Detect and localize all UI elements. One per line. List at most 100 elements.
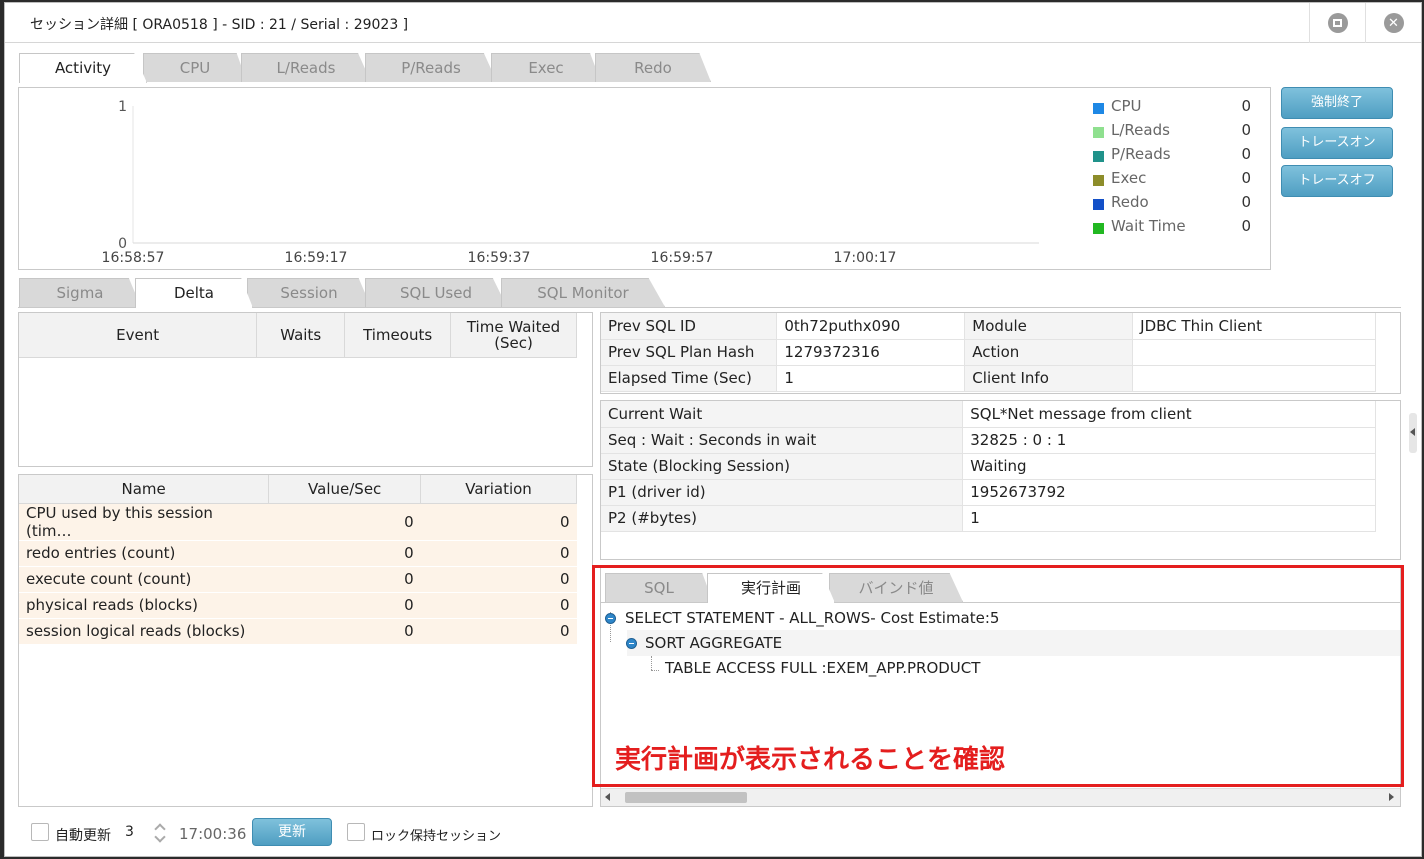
info-key: Prev SQL Plan Hash — [601, 339, 778, 366]
close-button[interactable]: ✕ — [1365, 3, 1421, 43]
info-key: Current Wait — [601, 401, 964, 428]
scroll-right-icon[interactable] — [1389, 793, 1394, 801]
table-cell: 0 — [420, 618, 577, 645]
table-cell: 0 — [268, 540, 421, 567]
table-row[interactable]: session logical reads (blocks) 0 0 — [19, 618, 577, 645]
interval-value[interactable]: 3 — [125, 824, 134, 840]
table-cell: 0 — [420, 592, 577, 619]
info-value: SQL*Net message from client — [962, 401, 1376, 428]
tab-redo[interactable]: Redo — [595, 53, 711, 82]
info-value: 32825 : 0 : 1 — [962, 427, 1376, 454]
col-variation[interactable]: Variation — [420, 475, 577, 504]
legend-item: Redo 0 — [1093, 193, 1263, 217]
legend-value: 0 — [1241, 97, 1251, 115]
info-row: Prev SQL ID 0th72puthx090 Module JDBC Thin … — [601, 313, 1376, 340]
legend-value: 0 — [1241, 121, 1251, 139]
tab-activity[interactable]: Activity — [19, 53, 147, 83]
legend-label: Exec — [1111, 169, 1147, 187]
maximize-button[interactable] — [1309, 3, 1365, 43]
col-waits[interactable]: Waits — [256, 313, 346, 358]
x-tick-label: 17:00:17 — [834, 250, 897, 266]
stats-table: Name Value/Sec Variation CPU used by thi… — [19, 475, 577, 645]
chevron-down-icon[interactable] — [154, 831, 166, 843]
info-key: State (Blocking Session) — [601, 453, 964, 480]
events-table: Event Waits Timeouts Time Waited (Sec) — [19, 313, 577, 358]
auto-update-label: 自動更新 — [55, 828, 111, 844]
col-name[interactable]: Name — [19, 475, 270, 504]
info-key: Action — [964, 339, 1134, 366]
tab-p-reads[interactable]: P/Reads — [365, 53, 497, 82]
tab-sigma[interactable]: Sigma — [19, 278, 141, 307]
info-row: P2 (#bytes) 1 — [601, 505, 1376, 532]
info-key: Elapsed Time (Sec) — [601, 365, 778, 392]
tab-exec[interactable]: Exec — [491, 53, 601, 82]
table-row[interactable]: CPU used by this session (tim… 0 0 — [19, 503, 577, 541]
legend-value: 0 — [1241, 193, 1251, 211]
auto-update-checkbox[interactable] — [31, 823, 49, 841]
scroll-left-icon[interactable] — [605, 793, 610, 801]
legend-label: CPU — [1111, 97, 1142, 115]
force-terminate-button[interactable]: 強制終了 — [1281, 87, 1393, 119]
tab-execution-plan[interactable]: 実行計画 — [707, 573, 835, 603]
trace-on-button[interactable]: トレースオン — [1281, 127, 1393, 159]
lock-session-label: ロック保持セッション — [371, 829, 502, 844]
last-update-time: 17:00:36 — [179, 825, 247, 843]
close-icon: ✕ — [1383, 13, 1404, 33]
table-cell: redo entries (count) — [19, 540, 269, 567]
trace-off-button[interactable]: トレースオフ — [1281, 165, 1393, 197]
wait-info-panel: Current Wait SQL*Net message from client S… — [600, 400, 1401, 560]
session-detail-window: セッション詳細 [ ORA0518 ] - SID : 21 / Serial … — [4, 2, 1422, 857]
legend-value: 0 — [1241, 217, 1251, 235]
collapse-handle[interactable] — [1409, 413, 1417, 453]
table-cell: 0 — [420, 540, 577, 567]
table-row[interactable]: physical reads (blocks) 0 0 — [19, 592, 577, 619]
info-value: 1279372316 — [776, 339, 966, 366]
legend-item: L/Reads 0 — [1093, 121, 1263, 145]
info-row: Prev SQL Plan Hash 1279372316 Action — [601, 339, 1376, 366]
legend-label: P/Reads — [1111, 145, 1171, 163]
col-value-sec[interactable]: Value/Sec — [268, 475, 422, 504]
tab-delta[interactable]: Delta — [135, 278, 253, 308]
legend-value: 0 — [1241, 145, 1251, 163]
activity-chart: 1 0 16:58:57 16:59:17 16:59:37 16:59:57 17:00:… — [18, 87, 1271, 270]
col-event[interactable]: Event — [19, 313, 258, 358]
title-bar: セッション詳細 [ ORA0518 ] - SID : 21 / Serial … — [5, 3, 1421, 43]
info-value: 1952673792 — [962, 479, 1376, 506]
legend-item: CPU 0 — [1093, 97, 1263, 121]
maximize-icon — [1327, 13, 1348, 33]
tab-l-reads[interactable]: L/Reads — [241, 53, 371, 82]
info-row: P1 (driver id) 1952673792 — [601, 479, 1376, 506]
horizontal-scrollbar[interactable] — [601, 788, 1400, 806]
window-title: セッション詳細 [ ORA0518 ] - SID : 21 / Serial … — [30, 17, 409, 33]
chart-legend: CPU 0 L/Reads 0 P/Reads 0 Exec 0 Redo 0 Wait Time 0 — [1093, 97, 1263, 241]
info-key: P2 (#bytes) — [601, 505, 964, 532]
lock-session-checkbox[interactable] — [347, 823, 365, 841]
legend-swatch — [1093, 127, 1104, 138]
col-timeouts[interactable]: Timeouts — [344, 313, 452, 358]
sql-info-panel: Prev SQL ID 0th72puthx090 Module JDBC Thin … — [600, 312, 1401, 394]
x-tick-label: 16:59:57 — [651, 250, 714, 266]
info-key: P1 (driver id) — [601, 479, 964, 506]
info-value: JDBC Thin Client — [1132, 313, 1376, 340]
table-row[interactable]: redo entries (count) 0 0 — [19, 540, 577, 567]
x-tick-label: 16:59:37 — [468, 250, 531, 266]
x-tick-label: 16:59:17 — [285, 250, 348, 266]
activity-tabs: Activity CPU L/Reads P/Reads Exec Redo — [19, 53, 1271, 83]
info-value — [1132, 365, 1376, 392]
legend-swatch — [1093, 151, 1104, 162]
legend-value: 0 — [1241, 169, 1251, 187]
tab-sql-monitor[interactable]: SQL Monitor — [501, 278, 665, 307]
tab-sql-used[interactable]: SQL Used — [365, 278, 507, 307]
legend-swatch — [1093, 223, 1104, 234]
detail-tabs: Sigma Delta Session SQL Used SQL Monitor — [19, 278, 699, 308]
table-cell: 0 — [420, 566, 577, 593]
scrollbar-thumb[interactable] — [625, 792, 747, 803]
table-cell: 0 — [268, 592, 421, 619]
tab-session[interactable]: Session — [247, 278, 371, 307]
tab-cpu[interactable]: CPU — [143, 53, 247, 82]
table-row[interactable]: execute count (count) 0 0 — [19, 566, 577, 593]
refresh-button[interactable]: 更新 — [252, 818, 332, 846]
interval-stepper[interactable] — [154, 823, 168, 845]
col-time-waited[interactable]: Time Waited (Sec) — [450, 313, 577, 358]
info-value — [1132, 339, 1376, 366]
